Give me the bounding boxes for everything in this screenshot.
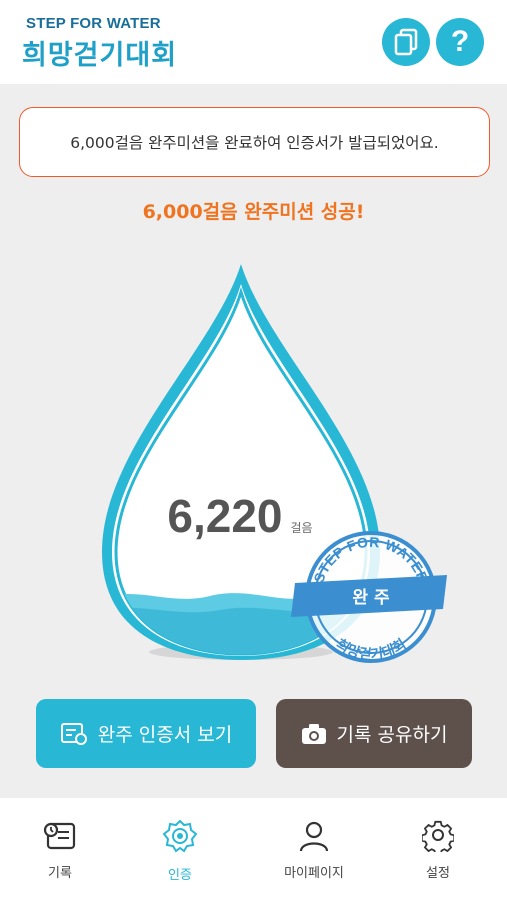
copy-icon [394, 28, 418, 56]
record-icon [43, 822, 76, 850]
view-certificate-label: 완주 인증서 보기 [97, 724, 233, 746]
bottom-tab-bar: 기록 인증 마이페이지 설정 [0, 798, 507, 900]
copy-button[interactable] [382, 18, 430, 66]
completion-stamp: STEP FOR WATER 완 주 희망걷기대회 [291, 531, 447, 663]
help-icon: ? [450, 25, 470, 58]
tab-record-label: 기록 [48, 866, 72, 881]
view-certificate-button[interactable]: 완주 인증서 보기 [36, 699, 256, 768]
badge-icon [162, 819, 198, 853]
certificate-icon [60, 722, 87, 745]
logo-subtitle: STEP FOR WATER [26, 15, 161, 32]
step-count-value: 6,220 [167, 490, 283, 542]
notice-box: 6,000걸음 완주미션을 완료하여 인증서가 발급되었어요. [19, 107, 490, 177]
tab-settings[interactable]: 설정 [388, 820, 488, 881]
certification-screen: 6,000걸음 완주미션을 완료하여 인증서가 발급되었어요. 6,000걸음 … [0, 84, 507, 798]
gear-icon [420, 820, 456, 856]
tab-settings-label: 설정 [426, 866, 450, 881]
share-record-button[interactable]: 기록 공유하기 [276, 699, 472, 768]
share-record-label: 기록 공유하기 [336, 724, 448, 746]
logo-title: 희망걷기대회 [22, 40, 178, 71]
stamp-ribbon-text: 완 주 [352, 588, 390, 608]
tab-mypage-label: 마이페이지 [284, 866, 344, 881]
tab-certification[interactable]: 인증 [130, 819, 230, 883]
success-message: 6,000걸음 완주미션 성공! [142, 201, 365, 223]
help-button[interactable]: ? [436, 18, 484, 66]
app-header: STEP FOR WATER 희망걷기대회 ? [0, 0, 507, 84]
tab-certification-label: 인증 [168, 868, 192, 883]
tab-record[interactable]: 기록 [10, 820, 110, 881]
tab-mypage[interactable]: 마이페이지 [264, 820, 364, 881]
user-icon [299, 821, 329, 852]
camera-icon [301, 723, 326, 744]
